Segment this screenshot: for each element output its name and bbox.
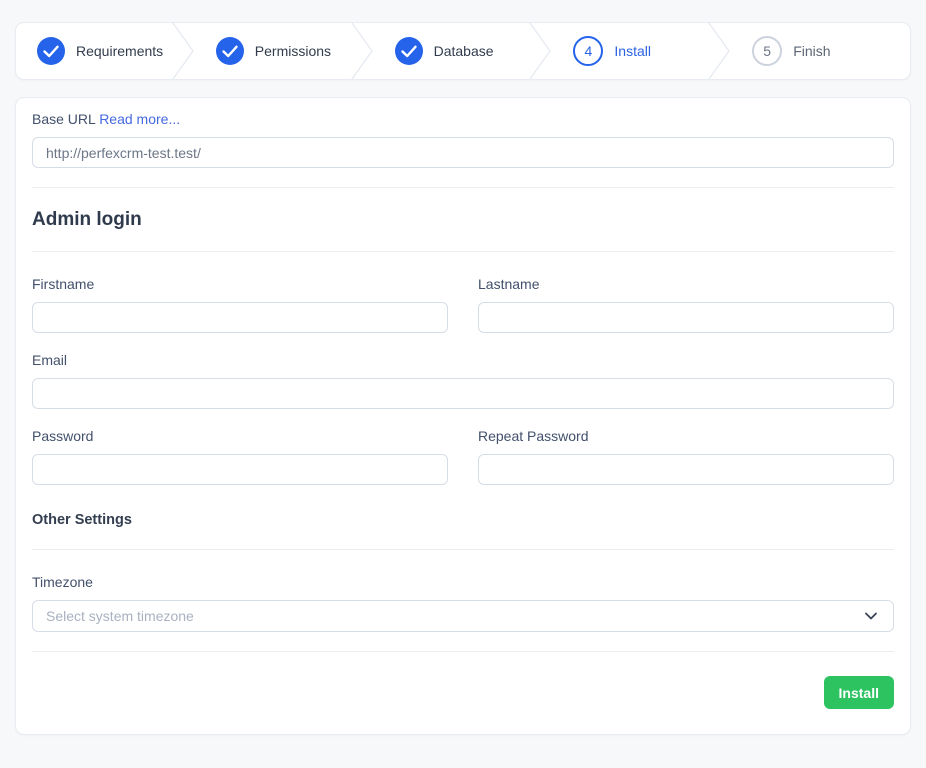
section-divider [32, 549, 894, 550]
section-divider [32, 187, 894, 188]
password-fields-row: Password Repeat Password [32, 428, 894, 485]
step-number-badge: 5 [752, 36, 782, 66]
stepper-separator-chevron [528, 23, 552, 79]
lastname-label: Lastname [478, 276, 894, 293]
base-url-input[interactable] [32, 137, 894, 168]
read-more-link[interactable]: Read more... [99, 111, 180, 127]
stepper-step-finish[interactable]: 5 Finish [731, 23, 910, 79]
stepper-separator-chevron [350, 23, 374, 79]
password-field-group: Password [32, 428, 448, 485]
stepper-step-requirements[interactable]: Requirements [16, 23, 195, 79]
step-number-badge: 4 [573, 36, 603, 66]
repeat-password-label: Repeat Password [478, 428, 894, 445]
stepper-separator-chevron [171, 23, 195, 79]
stepper-step-label: Database [434, 43, 494, 59]
submit-row: Install [32, 676, 894, 734]
other-settings-heading: Other Settings [32, 512, 894, 529]
timezone-label: Timezone [32, 574, 894, 591]
install-button[interactable]: Install [824, 676, 894, 709]
email-label: Email [32, 352, 894, 369]
timezone-field-group: Timezone Select system timezone [32, 574, 894, 632]
footer-divider [32, 651, 894, 652]
password-input[interactable] [32, 454, 448, 485]
base-url-label: Base URL [32, 111, 95, 127]
stepper-step-database[interactable]: Database [374, 23, 553, 79]
firstname-input[interactable] [32, 302, 448, 333]
stepper-step-label: Install [614, 43, 651, 59]
firstname-label: Firstname [32, 276, 448, 293]
email-field-group: Email [32, 352, 894, 409]
password-label: Password [32, 428, 448, 445]
admin-login-heading: Admin login [32, 208, 894, 231]
lastname-input[interactable] [478, 302, 894, 333]
timezone-select[interactable]: Select system timezone [32, 600, 894, 632]
check-icon [395, 37, 423, 65]
repeat-password-field-group: Repeat Password [478, 428, 894, 485]
repeat-password-input[interactable] [478, 454, 894, 485]
check-icon [37, 37, 65, 65]
check-icon [216, 37, 244, 65]
stepper-separator-chevron [707, 23, 731, 79]
base-url-label-row: Base URL Read more... [32, 111, 894, 128]
install-form-card: Base URL Read more... Admin login Firstn… [15, 97, 911, 735]
stepper-step-label: Requirements [76, 43, 163, 59]
timezone-placeholder: Select system timezone [46, 608, 194, 624]
stepper-step-permissions[interactable]: Permissions [195, 23, 374, 79]
install-wizard-stepper: Requirements Permissions Database 4 Inst… [15, 22, 911, 80]
lastname-field-group: Lastname [478, 276, 894, 333]
email-input[interactable] [32, 378, 894, 409]
chevron-down-icon [863, 608, 879, 624]
section-divider [32, 251, 894, 252]
name-fields-row: Firstname Lastname [32, 276, 894, 333]
firstname-field-group: Firstname [32, 276, 448, 333]
stepper-step-label: Permissions [255, 43, 331, 59]
stepper-step-label: Finish [793, 43, 830, 59]
stepper-step-install[interactable]: 4 Install [552, 23, 731, 79]
